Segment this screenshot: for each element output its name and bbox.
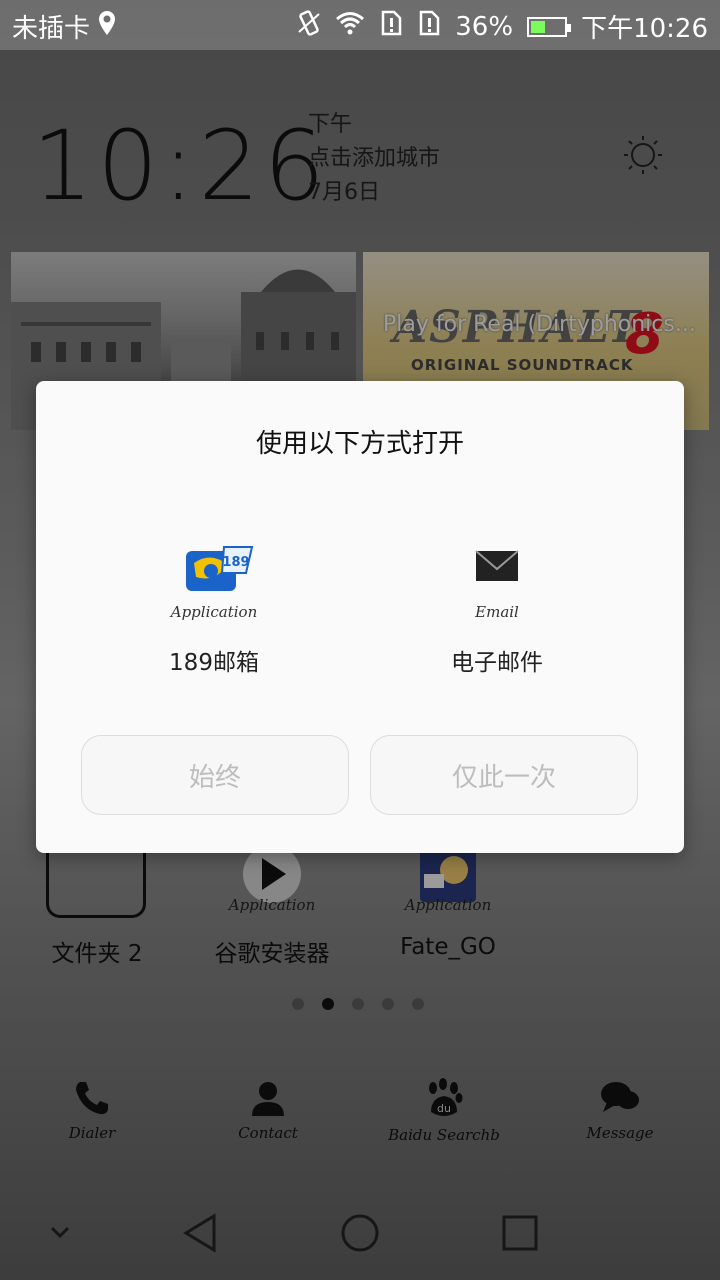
sim-alert-icon-2 [417, 10, 441, 43]
status-time: 下午10:26 [581, 14, 708, 44]
carrier-label: 未插卡 [12, 14, 91, 44]
189-mail-icon: 189 [186, 546, 254, 591]
wifi-icon [335, 11, 365, 42]
option-189-mail[interactable]: 189 Application 189邮箱 [104, 539, 324, 677]
battery-percent: 36% [455, 11, 514, 42]
status-bar: 未插卡 36% 下午10:26 [0, 0, 720, 50]
location-icon [98, 10, 116, 43]
open-with-dialog: 使用以下方式打开 189 Application 189邮箱 Email 电子邮… [36, 381, 684, 853]
envelope-icon [475, 550, 519, 581]
sim-alert-icon [379, 10, 403, 43]
battery-icon [527, 16, 572, 37]
option-email[interactable]: Email 电子邮件 [387, 539, 607, 677]
always-button[interactable]: 始终 [81, 735, 349, 815]
option-label: 电子邮件 [451, 650, 543, 676]
vibrate-icon [297, 10, 321, 43]
dialog-title: 使用以下方式打开 [255, 429, 464, 459]
option-label: 189邮箱 [169, 650, 259, 676]
just-once-button[interactable]: 仅此一次 [370, 735, 638, 815]
svg-text:189: 189 [222, 555, 249, 570]
